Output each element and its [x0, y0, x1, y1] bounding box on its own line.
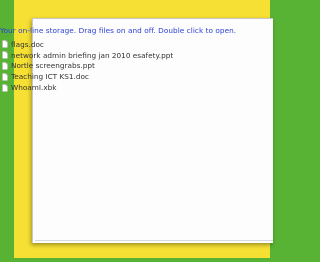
document-icon [2, 83, 8, 92]
document-icon [2, 72, 8, 81]
document-icon [2, 51, 8, 59]
storage-instructions: Your on-line storage. Drag files on and … [0, 26, 237, 35]
file-item-flags[interactable]: flags.doc [2, 39, 173, 50]
file-item-whoami[interactable]: WhoamI.xbk [2, 82, 173, 93]
file-item-nortle-screengrabs[interactable]: Nortle screengrabs.ppt [2, 61, 173, 72]
document-icon [2, 62, 8, 70]
document-icon [2, 40, 8, 49]
file-name: flags.doc [11, 39, 44, 49]
file-name: WhoamI.xbk [11, 83, 57, 93]
file-list: flags.doc network admin briefing jan 201… [2, 39, 173, 93]
file-name: network admin briefing jan 2010 esafety.… [11, 50, 174, 60]
file-name: Nortle screengrabs.ppt [11, 61, 95, 71]
file-item-network-admin-briefing[interactable]: network admin briefing jan 2010 esafety.… [2, 50, 173, 61]
file-item-teaching-ict[interactable]: Teaching ICT KS1.doc [2, 71, 173, 82]
file-name: Teaching ICT KS1.doc [11, 72, 89, 82]
panel-divider [35, 240, 273, 241]
